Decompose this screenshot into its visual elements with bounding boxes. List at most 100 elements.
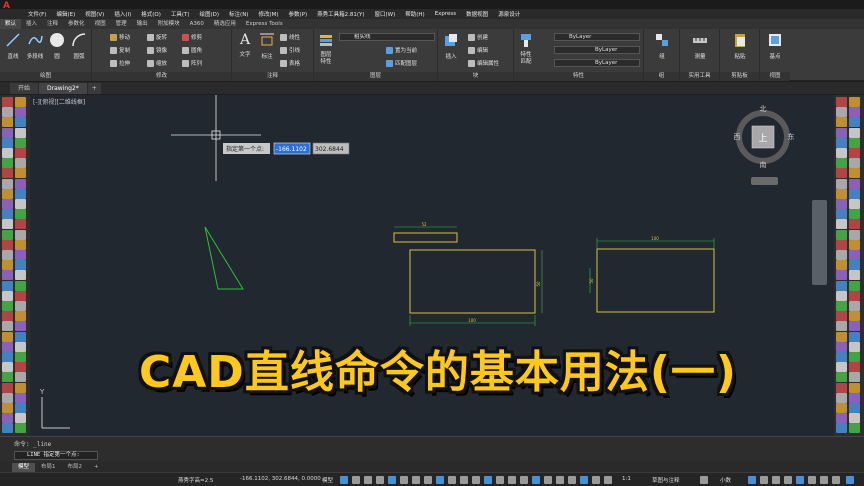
- linetype-dropdown[interactable]: ByLayer: [554, 46, 640, 54]
- left-toolbar-tool-icon[interactable]: [15, 127, 26, 138]
- left-toolbar-tool-icon[interactable]: [2, 127, 13, 138]
- base-point-button[interactable]: 基点: [764, 32, 786, 60]
- viewcube-west[interactable]: 西: [734, 133, 741, 141]
- right-toolbar-tool-icon[interactable]: [849, 158, 860, 169]
- status-toggle-icon[interactable]: [412, 476, 420, 484]
- left-toolbar-tool-icon[interactable]: [15, 270, 26, 281]
- menu-data-view[interactable]: 数据视图: [461, 10, 493, 18]
- status-toggle-icon[interactable]: [772, 476, 780, 484]
- status-toggle-icon[interactable]: [820, 476, 828, 484]
- left-toolbar-tool-icon[interactable]: [15, 352, 26, 362]
- right-toolbar-tool-icon[interactable]: [836, 341, 847, 352]
- left-toolbar-tool-icon[interactable]: [15, 301, 26, 311]
- left-toolbar-tool-icon[interactable]: [15, 168, 26, 179]
- menu-tools[interactable]: 工具(T): [166, 10, 195, 18]
- left-toolbar-tool-icon[interactable]: [15, 188, 26, 199]
- right-toolbar-tool-icon[interactable]: [836, 229, 847, 240]
- right-toolbar-tool-icon[interactable]: [849, 117, 860, 128]
- left-toolbar-tool-icon[interactable]: [15, 403, 26, 413]
- right-toolbar-tool-icon[interactable]: [836, 352, 847, 362]
- status-toggle-icon[interactable]: [760, 476, 768, 484]
- status-toggle-icon[interactable]: [556, 476, 564, 484]
- right-toolbar-tool-icon[interactable]: [849, 413, 860, 424]
- rotate-button[interactable]: 旋转: [147, 33, 167, 41]
- color-dropdown[interactable]: ByLayer: [554, 33, 640, 41]
- status-toggle-icon[interactable]: [460, 476, 468, 484]
- right-toolbar-tool-icon[interactable]: [836, 301, 847, 311]
- match-properties-button[interactable]: 特性 匹配: [515, 32, 537, 66]
- left-toolbar-tool-icon[interactable]: [15, 280, 26, 291]
- left-toolbar-tool-icon[interactable]: [2, 341, 13, 352]
- right-toolbar-tool-icon[interactable]: [836, 107, 847, 118]
- left-toolbar-tool-icon[interactable]: [2, 107, 13, 118]
- status-toggle-icon[interactable]: [568, 476, 576, 484]
- status-toggle-icon[interactable]: [808, 476, 816, 484]
- status-toggle-icon[interactable]: [448, 476, 456, 484]
- status-toggle-icon[interactable]: [748, 476, 756, 484]
- right-toolbar-tool-icon[interactable]: [849, 97, 860, 107]
- left-toolbar-tool-icon[interactable]: [15, 382, 26, 393]
- status-toggle-icon[interactable]: [700, 476, 708, 484]
- status-toggle-icon[interactable]: [544, 476, 552, 484]
- right-toolbar-tool-icon[interactable]: [849, 107, 860, 118]
- layer-properties-button[interactable]: 图层 特性: [315, 32, 337, 66]
- leader-button[interactable]: 引线: [280, 46, 300, 54]
- left-toolbar-tool-icon[interactable]: [15, 97, 26, 107]
- tab-insert[interactable]: 插入: [21, 19, 42, 29]
- right-toolbar-tool-icon[interactable]: [849, 290, 860, 301]
- tab-annotate[interactable]: 注释: [42, 19, 63, 29]
- add-layout-button[interactable]: +: [88, 463, 105, 472]
- left-toolbar-tool-icon[interactable]: [2, 311, 13, 322]
- left-toolbar-tool-icon[interactable]: [2, 423, 13, 434]
- menu-edit[interactable]: 编辑(E): [51, 10, 80, 18]
- right-toolbar-tool-icon[interactable]: [849, 199, 860, 209]
- group-button[interactable]: 组: [651, 32, 673, 60]
- left-toolbar-tool-icon[interactable]: [15, 331, 26, 342]
- insert-block-button[interactable]: 插入: [440, 32, 462, 60]
- right-toolbar-tool-icon[interactable]: [836, 270, 847, 281]
- menu-modify[interactable]: 修改(M): [253, 10, 283, 18]
- menu-window[interactable]: 窗口(W): [370, 10, 401, 18]
- status-toggle-icon[interactable]: [520, 476, 528, 484]
- left-toolbar-tool-icon[interactable]: [2, 352, 13, 362]
- left-toolbar-tool-icon[interactable]: [15, 178, 26, 189]
- left-toolbar-tool-icon[interactable]: [2, 117, 13, 128]
- right-toolbar-tool-icon[interactable]: [849, 311, 860, 322]
- viewcube-north[interactable]: 北: [760, 105, 767, 113]
- right-toolbar-tool-icon[interactable]: [849, 270, 860, 281]
- tab-express-tools[interactable]: Express Tools: [241, 19, 288, 29]
- right-toolbar-tool-icon[interactable]: [849, 392, 860, 403]
- menu-draw[interactable]: 绘图(D): [195, 10, 225, 18]
- right-toolbar-tool-icon[interactable]: [849, 148, 860, 158]
- left-toolbar-tool-icon[interactable]: [15, 341, 26, 352]
- left-toolbar-tool-icon[interactable]: [2, 413, 13, 424]
- menu-dimension[interactable]: 标注(N): [224, 10, 253, 18]
- left-toolbar-tool-icon[interactable]: [15, 158, 26, 169]
- status-toggle-icon[interactable]: [580, 476, 588, 484]
- left-toolbar-tool-icon[interactable]: [15, 260, 26, 271]
- viewport-controls-label[interactable]: [-][俯视][二维线框]: [33, 98, 85, 106]
- status-toggle-icon[interactable]: [388, 476, 396, 484]
- navigation-bar[interactable]: [812, 200, 827, 285]
- fillet-button[interactable]: 圆角: [182, 46, 202, 54]
- right-toolbar-tool-icon[interactable]: [849, 250, 860, 260]
- table-button[interactable]: 表格: [280, 59, 300, 67]
- right-toolbar-tool-icon[interactable]: [836, 219, 847, 230]
- left-toolbar-tool-icon[interactable]: [2, 137, 13, 148]
- right-toolbar-tool-icon[interactable]: [836, 97, 847, 107]
- status-toggle-icon[interactable]: [340, 476, 348, 484]
- right-toolbar-tool-icon[interactable]: [836, 158, 847, 169]
- tab-parametric[interactable]: 参数化: [63, 19, 90, 29]
- right-toolbar-tool-icon[interactable]: [836, 148, 847, 158]
- right-toolbar-tool-icon[interactable]: [849, 321, 860, 332]
- status-toggle-icon[interactable]: [846, 476, 854, 484]
- left-toolbar-tool-icon[interactable]: [2, 321, 13, 332]
- command-input[interactable]: LINE 指定第一个点:: [14, 451, 98, 460]
- menu-insert[interactable]: 插入(I): [109, 10, 136, 18]
- workspace-switch[interactable]: 草图与注释: [652, 476, 680, 484]
- left-toolbar-tool-icon[interactable]: [15, 311, 26, 322]
- left-toolbar-tool-icon[interactable]: [2, 168, 13, 179]
- menu-file[interactable]: 文件(F): [0, 10, 51, 18]
- left-toolbar-tool-icon[interactable]: [2, 199, 13, 209]
- right-toolbar-tool-icon[interactable]: [836, 280, 847, 291]
